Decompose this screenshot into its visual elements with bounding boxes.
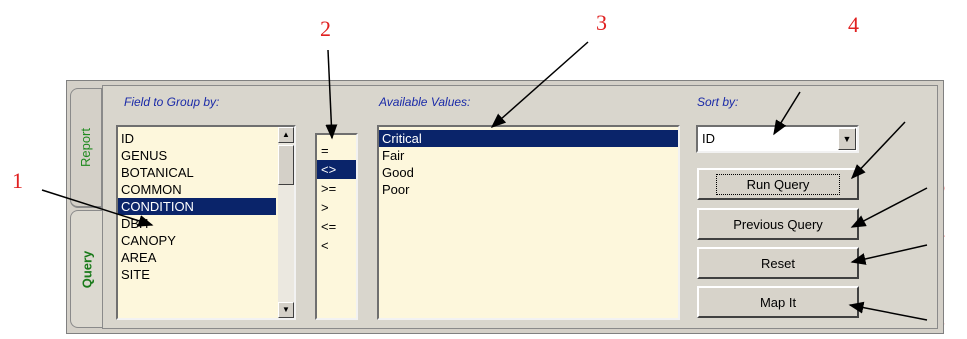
previous-query-button[interactable]: Previous Query [697,208,859,240]
operator-item[interactable]: = [317,141,356,160]
operator-item[interactable]: > [317,198,356,217]
chevron-down-icon[interactable]: ▼ [838,128,856,150]
operator-item-selected[interactable]: <> [317,160,356,179]
callout-4: 4 [848,12,859,37]
run-query-label: Run Query [715,173,841,195]
list-item[interactable]: ID [118,130,276,147]
tab-report-label: Report [78,127,94,168]
run-query-button[interactable]: Run Query [697,168,859,200]
tab-report[interactable]: Report [70,88,102,208]
list-item[interactable]: SITE [118,266,276,283]
list-item[interactable]: COMMON [118,181,276,198]
list-item[interactable]: BOTANICAL [118,164,276,181]
reset-label: Reset [761,255,795,271]
arrow-down-icon[interactable]: ▼ [278,302,294,318]
group-by-scrollbar[interactable]: ▲ ▼ [278,127,294,318]
sort-by-value: ID [702,131,715,146]
previous-query-label: Previous Query [733,216,823,232]
callout-3: 3 [596,10,607,35]
available-values-listbox[interactable]: Critical Fair Good Poor [377,125,680,320]
group-by-label: Field to Group by: [124,95,220,109]
tab-query[interactable]: Query [70,210,102,328]
operator-item[interactable]: <= [317,217,356,236]
scroll-thumb[interactable] [278,145,294,185]
callout-2: 2 [320,16,331,41]
list-item[interactable]: AREA [118,249,276,266]
operator-item[interactable]: >= [317,179,356,198]
operator-listbox[interactable]: = <> >= > <= < [315,133,358,320]
list-item[interactable]: DBH [118,215,276,232]
callout-1: 1 [12,168,23,193]
sort-by-select[interactable]: ID ▼ [696,125,859,153]
group-by-listbox[interactable]: ID GENUS BOTANICAL COMMON CONDITION DBH … [116,125,296,320]
sort-by-label: Sort by: [697,95,739,109]
reset-button[interactable]: Reset [697,247,859,279]
list-item-selected[interactable]: CONDITION [118,198,276,215]
value-item[interactable]: Fair [379,147,678,164]
tab-query-label: Query [79,250,95,288]
operator-item[interactable]: < [317,236,356,255]
value-item[interactable]: Poor [379,181,678,198]
list-item[interactable]: GENUS [118,147,276,164]
map-it-label: Map It [759,294,797,310]
list-item[interactable]: CANOPY [118,232,276,249]
value-item[interactable]: Good [379,164,678,181]
map-it-button[interactable]: Map It [697,286,859,318]
available-values-label: Available Values: [379,95,471,109]
arrow-up-icon[interactable]: ▲ [278,127,294,143]
value-item-selected[interactable]: Critical [379,130,678,147]
